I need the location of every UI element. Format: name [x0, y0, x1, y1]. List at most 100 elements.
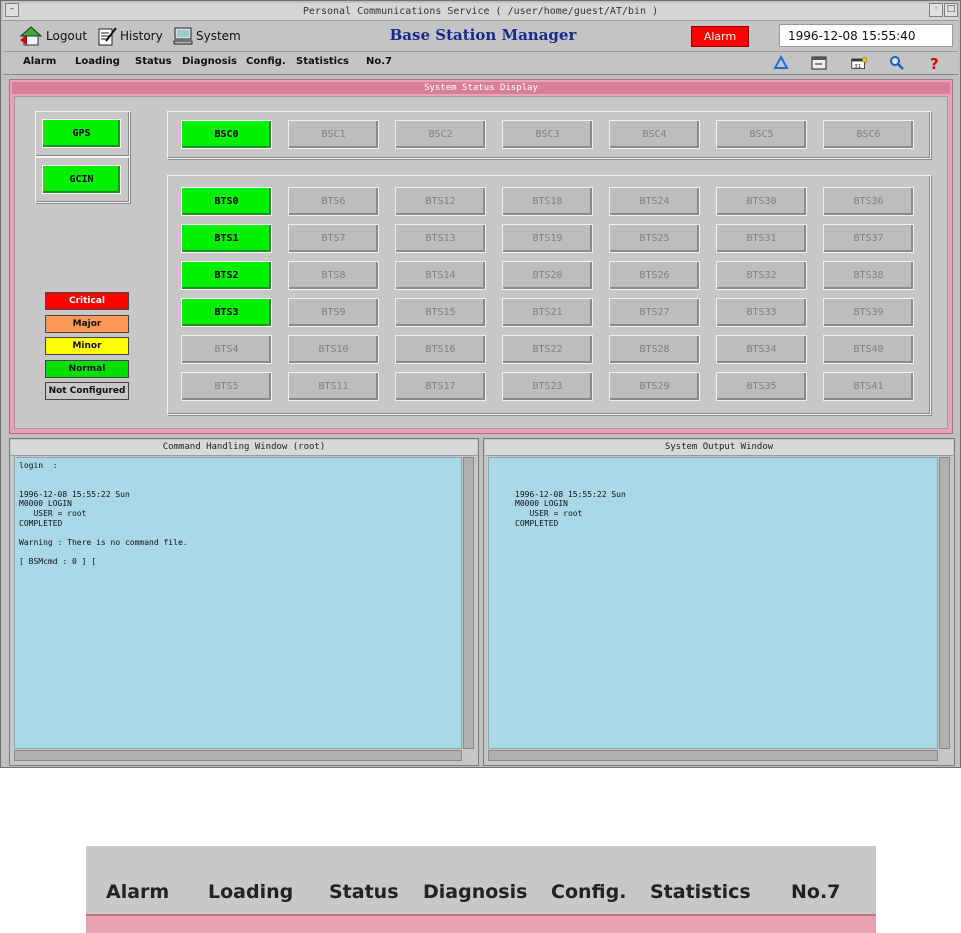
bts-button[interactable]: BTS17 [395, 372, 486, 401]
bts-button[interactable]: BTS7 [288, 224, 379, 253]
bts-button[interactable]: BTS20 [502, 261, 593, 290]
bts-button[interactable]: BTS38 [823, 261, 914, 290]
legend-item: Not Configured [45, 382, 129, 400]
bts-button[interactable]: BTS39 [823, 298, 914, 327]
output-window-titlebar[interactable]: System Output Window [485, 440, 953, 456]
terminal-line: 1996-12-08 15:55:22 Sun [19, 489, 130, 499]
bts-button[interactable]: BTS36 [823, 187, 914, 216]
bts-button[interactable]: BTS31 [716, 224, 807, 253]
bts-button[interactable]: BTS35 [716, 372, 807, 401]
bts-button[interactable]: BTS18 [502, 187, 593, 216]
help-icon[interactable]: ? [927, 55, 943, 71]
bts-button[interactable]: BTS30 [716, 187, 807, 216]
legend-item: Normal [45, 359, 129, 378]
bts-button[interactable]: BTS21 [502, 298, 593, 327]
output-vertical-scrollbar[interactable] [939, 457, 950, 749]
command-horizontal-scrollbar[interactable] [14, 750, 462, 761]
menu-statistics[interactable]: Statistics [296, 56, 349, 67]
bts-button[interactable]: BTS4 [181, 335, 272, 364]
bts-button[interactable]: BTS3 [181, 298, 272, 327]
menu-loading[interactable]: Loading [75, 56, 120, 67]
bsc-button[interactable]: BSC3 [502, 120, 593, 149]
bsc-button[interactable]: BSC6 [823, 120, 914, 149]
legend-item: Critical [45, 292, 129, 310]
bts-button[interactable]: BTS32 [716, 261, 807, 290]
maximize-button[interactable]: □ [944, 3, 958, 17]
bsc-button[interactable]: BSC5 [716, 120, 807, 149]
bts-button[interactable]: BTS5 [181, 372, 272, 401]
bts-button[interactable]: BTS33 [716, 298, 807, 327]
command-terminal[interactable]: login : 1996-12-08 15:55:22 Sun M0000 LOGI… [14, 457, 462, 749]
bts-button[interactable]: BTS0 [181, 187, 272, 216]
bts-button[interactable]: BTS23 [502, 372, 593, 401]
command-vertical-scrollbar[interactable] [463, 457, 474, 749]
recycle-icon[interactable] [773, 55, 789, 71]
search-icon[interactable] [889, 55, 905, 71]
bts-button[interactable]: BTS16 [395, 335, 486, 364]
bsc-button[interactable]: BSC2 [395, 120, 486, 149]
command-window-title: Command Handling Window (root) [162, 442, 326, 452]
bts-button[interactable]: BTS26 [609, 261, 700, 290]
zoom-menu-no7: No.7 [791, 881, 841, 903]
gcin-button[interactable]: GCIN [42, 165, 121, 194]
menu-status[interactable]: Status [135, 56, 172, 67]
main-window: Personal Communications Service ( /user/… [0, 0, 961, 768]
bts-button[interactable]: BTS6 [288, 187, 379, 216]
window-titlebar[interactable]: Personal Communications Service ( /user/… [3, 3, 958, 21]
home-icon [19, 26, 43, 46]
bts-button[interactable]: BTS41 [823, 372, 914, 401]
legend-item: Minor [45, 337, 129, 355]
terminal-line: USER = root [19, 508, 87, 518]
bts-button[interactable]: BTS28 [609, 335, 700, 364]
menu-alarm[interactable]: Alarm [23, 56, 56, 67]
menu-no7[interactable]: No.7 [366, 56, 392, 67]
minimize-button[interactable]: · [929, 3, 943, 17]
history-button[interactable]: History [97, 26, 163, 46]
window-icon[interactable] [811, 55, 827, 71]
bts-button[interactable]: BTS11 [288, 372, 379, 401]
system-output-window: System Output Window 1996-12-08 15:55:22… [483, 438, 955, 766]
gps-button[interactable]: GPS [42, 119, 121, 148]
system-status-panel: System Status Display GPS GCIN BSC0 BSC1 B… [9, 79, 953, 434]
alarm-indicator-button[interactable]: Alarm [691, 26, 749, 47]
calendar-icon[interactable]: 31 [851, 55, 867, 71]
bts-button[interactable]: BTS25 [609, 224, 700, 253]
bts-button[interactable]: BTS10 [288, 335, 379, 364]
bsc-button[interactable]: BSC1 [288, 120, 379, 149]
panel-titlebar[interactable]: System Status Display [12, 82, 950, 94]
bts-button[interactable]: BTS37 [823, 224, 914, 253]
bts-button[interactable]: BTS13 [395, 224, 486, 253]
output-horizontal-scrollbar[interactable] [488, 750, 938, 761]
bsc-button[interactable]: BSC4 [609, 120, 700, 149]
bts-button[interactable]: BTS27 [609, 298, 700, 327]
bts-button[interactable]: BTS1 [181, 224, 272, 253]
bts-button[interactable]: BTS8 [288, 261, 379, 290]
terminal-line: [ BSMcmd : 0 ] [ [19, 556, 97, 566]
zoom-menu-alarm: Alarm [106, 881, 170, 903]
bts-button[interactable]: BTS12 [395, 187, 486, 216]
bsc-group: BSC0 BSC1 BSC2 BSC3 BSC4 BSC5 BSC6 [167, 111, 931, 159]
bts-group: BTS0 BTS1 BTS2 BTS3 BTS4 BTS5 BTS6 BTS7 BTS8 BTS9… [167, 175, 931, 415]
bts-button[interactable]: BTS15 [395, 298, 486, 327]
bts-button[interactable]: BTS40 [823, 335, 914, 364]
bts-button[interactable]: BTS9 [288, 298, 379, 327]
window-menu-button[interactable]: – [5, 3, 19, 17]
bts-button[interactable]: BTS24 [609, 187, 700, 216]
bts-button[interactable]: BTS29 [609, 372, 700, 401]
system-button[interactable]: System [173, 26, 241, 46]
bts-button[interactable]: BTS34 [716, 335, 807, 364]
menu-config[interactable]: Config. [246, 56, 286, 67]
bsc-button[interactable]: BSC0 [181, 120, 272, 149]
logout-button[interactable]: Logout [19, 26, 87, 46]
menu-zoom-inset: Alarm Loading Status Diagnosis Config. S… [86, 846, 876, 933]
bts-button[interactable]: BTS14 [395, 261, 486, 290]
bts-button[interactable]: BTS22 [502, 335, 593, 364]
command-window-titlebar[interactable]: Command Handling Window (root) [11, 440, 477, 456]
menu-bar: Alarm Loading Status Diagnosis Config. S… [3, 52, 958, 75]
terminal-line: Warning : There is no command file. [19, 537, 188, 547]
bts-button[interactable]: BTS2 [181, 261, 272, 290]
menu-diagnosis[interactable]: Diagnosis [182, 56, 237, 67]
zoom-toolbar-strip [86, 846, 876, 866]
bts-button[interactable]: BTS19 [502, 224, 593, 253]
